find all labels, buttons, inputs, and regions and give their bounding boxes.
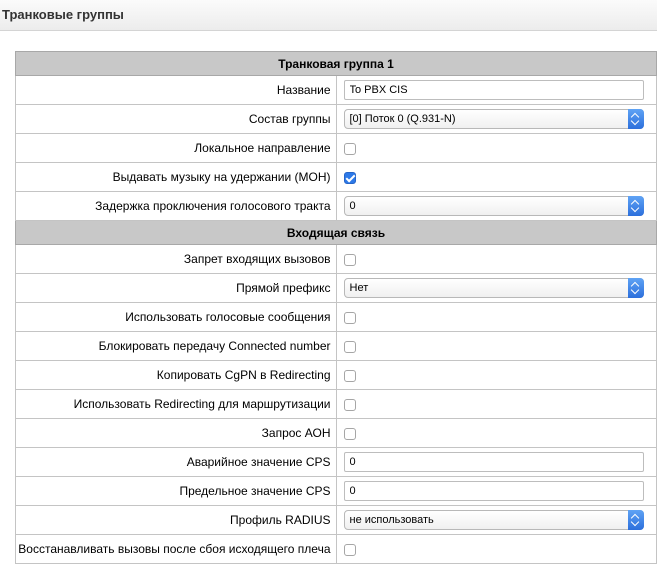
group-select-value: [0] Поток 0 (Q.931-N) — [349, 113, 456, 125]
copy-cgpn-label: Копировать CgPN в Redirecting — [15, 360, 337, 390]
voice-delay-select-value: 0 — [349, 200, 356, 212]
row-voice-delay: Задержка проключения голосового тракта 0 — [15, 191, 657, 221]
section-incoming: Входящая связь — [15, 220, 657, 245]
direct-prefix-label: Прямой префикс — [15, 273, 337, 303]
row-copy-cgpn: Копировать CgPN в Redirecting — [15, 360, 657, 390]
chevron-updown-icon — [628, 278, 644, 298]
row-direct-prefix: Прямой префикс Нет — [15, 273, 657, 303]
row-voice-messages: Использовать голосовые сообщения — [15, 302, 657, 332]
trunk-group-form: Транковая группа 1 Название Состав групп… — [15, 51, 657, 564]
row-moh: Выдавать музыку на удержании (MOH) — [15, 162, 657, 192]
direct-prefix-select[interactable]: Нет — [343, 278, 644, 298]
section-trunk-group: Транковая группа 1 — [15, 51, 657, 76]
section-title: Входящая связь — [15, 220, 657, 245]
row-deny-incoming: Запрет входящих вызовов — [15, 244, 657, 274]
row-aon-request: Запрос АОН — [15, 418, 657, 448]
aon-request-label: Запрос АОН — [15, 418, 337, 448]
deny-incoming-label: Запрет входящих вызовов — [15, 244, 337, 274]
copy-cgpn-checkbox[interactable] — [343, 369, 356, 382]
chevron-updown-icon — [628, 196, 644, 216]
radius-profile-label: Профиль RADIUS — [15, 505, 337, 535]
moh-label: Выдавать музыку на удержании (MOH) — [15, 162, 337, 192]
group-label: Состав группы — [15, 104, 337, 134]
name-input[interactable] — [343, 80, 644, 100]
voice-delay-label: Задержка проключения голосового тракта — [15, 191, 337, 221]
row-local-direction: Локальное направление — [15, 133, 657, 163]
chevron-updown-icon — [628, 510, 644, 530]
redirecting-routing-checkbox[interactable] — [343, 398, 356, 411]
voice-messages-checkbox[interactable] — [343, 311, 356, 324]
direct-prefix-select-value: Нет — [349, 282, 369, 294]
block-connected-label: Блокировать передачу Connected number — [15, 331, 337, 361]
row-name: Название — [15, 75, 657, 105]
row-group: Состав группы [0] Поток 0 (Q.931-N) — [15, 104, 657, 134]
radius-profile-select-value: не использовать — [349, 514, 434, 526]
block-connected-checkbox[interactable] — [343, 340, 356, 353]
voice-delay-select[interactable]: 0 — [343, 196, 644, 216]
voice-messages-label: Использовать голосовые сообщения — [15, 302, 337, 332]
restore-calls-checkbox[interactable] — [343, 543, 356, 556]
row-block-connected: Блокировать передачу Connected number — [15, 331, 657, 361]
deny-incoming-checkbox[interactable] — [343, 253, 356, 266]
emergency-cps-input[interactable] — [343, 452, 644, 472]
limit-cps-input[interactable] — [343, 481, 644, 501]
redirecting-routing-label: Использовать Redirecting для маршрутизац… — [15, 389, 337, 419]
moh-checkbox[interactable] — [343, 171, 356, 184]
emergency-cps-label: Аварийное значение CPS — [15, 447, 337, 477]
section-title: Транковая группа 1 — [15, 51, 657, 76]
restore-calls-label: Восстанавливать вызовы после сбоя исходя… — [15, 534, 337, 564]
local-direction-label: Локальное направление — [15, 133, 337, 163]
radius-profile-select[interactable]: не использовать — [343, 510, 644, 530]
row-emergency-cps: Аварийное значение CPS — [15, 447, 657, 477]
limit-cps-label: Предельное значение CPS — [15, 476, 337, 506]
aon-request-checkbox[interactable] — [343, 427, 356, 440]
row-redirecting-routing: Использовать Redirecting для маршрутизац… — [15, 389, 657, 419]
row-radius-profile: Профиль RADIUS не использовать — [15, 505, 657, 535]
local-direction-checkbox[interactable] — [343, 142, 356, 155]
row-restore-calls: Восстанавливать вызовы после сбоя исходя… — [15, 534, 657, 564]
group-select[interactable]: [0] Поток 0 (Q.931-N) — [343, 109, 644, 129]
name-label: Название — [15, 75, 337, 105]
page-header: Транковые группы — [0, 0, 657, 31]
page-title: Транковые группы — [2, 7, 124, 22]
chevron-updown-icon — [628, 109, 644, 129]
row-limit-cps: Предельное значение CPS — [15, 476, 657, 506]
